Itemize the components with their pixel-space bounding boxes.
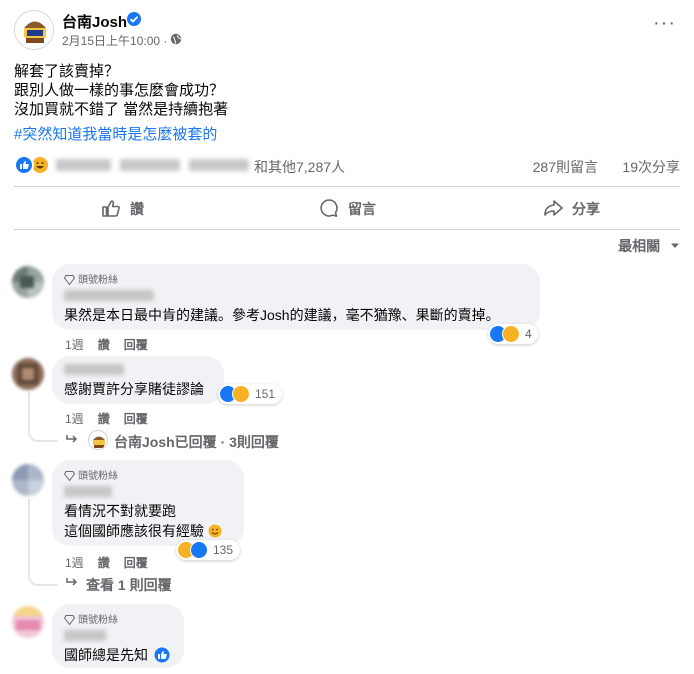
smile-emoji-icon — [208, 524, 222, 538]
like-label: 讚 — [130, 201, 144, 217]
reaction-icons[interactable] — [14, 155, 54, 175]
comment-reactions[interactable]: 151 — [218, 384, 282, 404]
action-bar: 讚 留言 分享 — [14, 190, 680, 226]
comment-text: 感謝賈許分享賭徒謬論 — [64, 381, 204, 397]
diamond-icon — [63, 615, 76, 626]
comment-like-button[interactable]: 讚 — [98, 556, 110, 570]
reply-arrow-icon — [66, 578, 78, 586]
thread-line — [28, 498, 58, 586]
comment-time[interactable]: 1週 — [65, 556, 84, 570]
top-fan-badge: 頭號粉絲 — [63, 467, 118, 482]
reactor-names-blurred — [56, 159, 111, 171]
commenter-name-blurred[interactable] — [64, 364, 124, 375]
reaction-summary: 和其他7,287人 287則留言 19次分享 — [14, 155, 680, 177]
comment-reactions[interactable]: 4 — [488, 324, 538, 344]
top-fan-badge: 頭號粉絲 — [63, 271, 118, 286]
comment-label: 留言 — [348, 201, 376, 217]
commenter-name-blurred[interactable] — [64, 630, 106, 641]
chevron-down-icon — [671, 243, 679, 248]
avatar[interactable] — [12, 358, 44, 390]
like-reaction-icon — [190, 541, 208, 559]
share-label: 分享 — [572, 201, 600, 217]
comment-bubble: 頭號粉絲 果然是本日最中肯的建議。參考Josh的建議，毫不猶豫、果斷的賣掉。 — [52, 264, 540, 330]
view-replies-link[interactable]: 台南Josh已回覆 · 3則回覆 — [114, 432, 279, 452]
comment-time[interactable]: 1週 — [65, 412, 84, 426]
comment-text-line: 這個國師應該很有經驗 — [64, 522, 222, 540]
avatar[interactable] — [12, 606, 44, 638]
comment-reactions[interactable]: 135 — [176, 540, 240, 560]
page-mini-avatar — [88, 430, 108, 450]
diamond-icon — [63, 471, 76, 482]
like-button[interactable]: 讚 — [100, 190, 160, 226]
like-reaction-icon — [14, 155, 34, 175]
view-replies-link[interactable]: 查看 1 則回覆 — [86, 575, 172, 595]
comment-like-button[interactable]: 讚 — [98, 338, 110, 352]
top-fan-badge: 頭號粉絲 — [63, 611, 118, 626]
post-header: 台南Josh 2月15日上午10:00 · ··· — [14, 10, 680, 50]
reaction-count: 151 — [255, 387, 276, 401]
diamond-icon — [63, 275, 76, 286]
thread-line — [28, 392, 58, 442]
comment-count[interactable]: 287則留言 — [533, 157, 598, 177]
comment-bubble: 感謝賈許分享賭徒謬論 — [52, 356, 224, 404]
divider — [14, 186, 680, 187]
haha-reaction-icon — [232, 385, 250, 403]
comment-text: 果然是本日最中肯的建議。參考Josh的建議，毫不猶豫、果斷的賣掉。 — [64, 307, 500, 323]
share-button[interactable]: 分享 — [542, 190, 612, 226]
avatar[interactable] — [12, 464, 44, 496]
avatar[interactable] — [12, 266, 44, 298]
page-avatar[interactable] — [14, 10, 54, 50]
page-name[interactable]: 台南Josh — [62, 11, 127, 32]
comment-sort-dropdown[interactable]: 最相關 — [618, 236, 680, 256]
share-icon — [544, 200, 563, 216]
hashtag-link[interactable]: #突然知道我當時是怎麼被套的 — [14, 125, 674, 144]
post-line: 跟別人做一樣的事怎麼會成功？ — [14, 82, 225, 99]
like-emoji-icon — [154, 647, 170, 663]
reaction-count: 135 — [213, 543, 234, 557]
reactor-names-blurred — [120, 159, 180, 171]
post-body: 解套了該賣掉？ 跟別人做一樣的事怎麼會成功？ 沒加買就不錯了 當然是持續抱著 #… — [14, 62, 674, 144]
comment-meta: 1週讚回覆 — [65, 554, 162, 571]
like-icon — [102, 200, 120, 217]
commenter-name-blurred[interactable] — [64, 486, 112, 497]
reply-arrow-icon — [66, 435, 78, 443]
comment-reply-button[interactable]: 回覆 — [124, 412, 148, 426]
more-icon[interactable]: ··· — [653, 13, 676, 33]
post-timestamp[interactable]: 2月15日上午10:00 · — [62, 32, 167, 49]
globe-icon — [170, 32, 182, 45]
comment-like-button[interactable]: 讚 — [98, 412, 110, 426]
verified-icon — [127, 12, 141, 26]
comment-icon — [320, 199, 338, 217]
comment-meta: 1週讚回覆 — [65, 336, 162, 353]
haha-reaction-icon — [502, 325, 520, 343]
comment-time[interactable]: 1週 — [65, 338, 84, 352]
comment-button[interactable]: 留言 — [318, 190, 388, 226]
post-line: 沒加買就不錯了 當然是持續抱著 — [14, 101, 229, 118]
comment-bubble: 頭號粉絲 國師總是先知 — [52, 604, 184, 668]
comment-bubble: 頭號粉絲 看情況不對就要跑 這個國師應該很有經驗 — [52, 460, 244, 546]
reactors-others[interactable]: 和其他7,287人 — [254, 157, 345, 177]
reactor-names-blurred — [189, 159, 249, 171]
comment-text-line: 看情況不對就要跑 — [64, 503, 176, 519]
comment-meta: 1週讚回覆 — [65, 410, 162, 427]
comment-reply-button[interactable]: 回覆 — [124, 556, 148, 570]
share-count[interactable]: 19次分享 — [622, 157, 680, 177]
reaction-count: 4 — [525, 327, 532, 341]
comment-reply-button[interactable]: 回覆 — [124, 338, 148, 352]
sort-label: 最相關 — [618, 238, 661, 254]
commenter-name-blurred[interactable] — [64, 290, 154, 301]
comment-text: 國師總是先知 — [64, 646, 170, 664]
post-line: 解套了該賣掉？ — [14, 63, 120, 80]
divider — [14, 229, 680, 230]
